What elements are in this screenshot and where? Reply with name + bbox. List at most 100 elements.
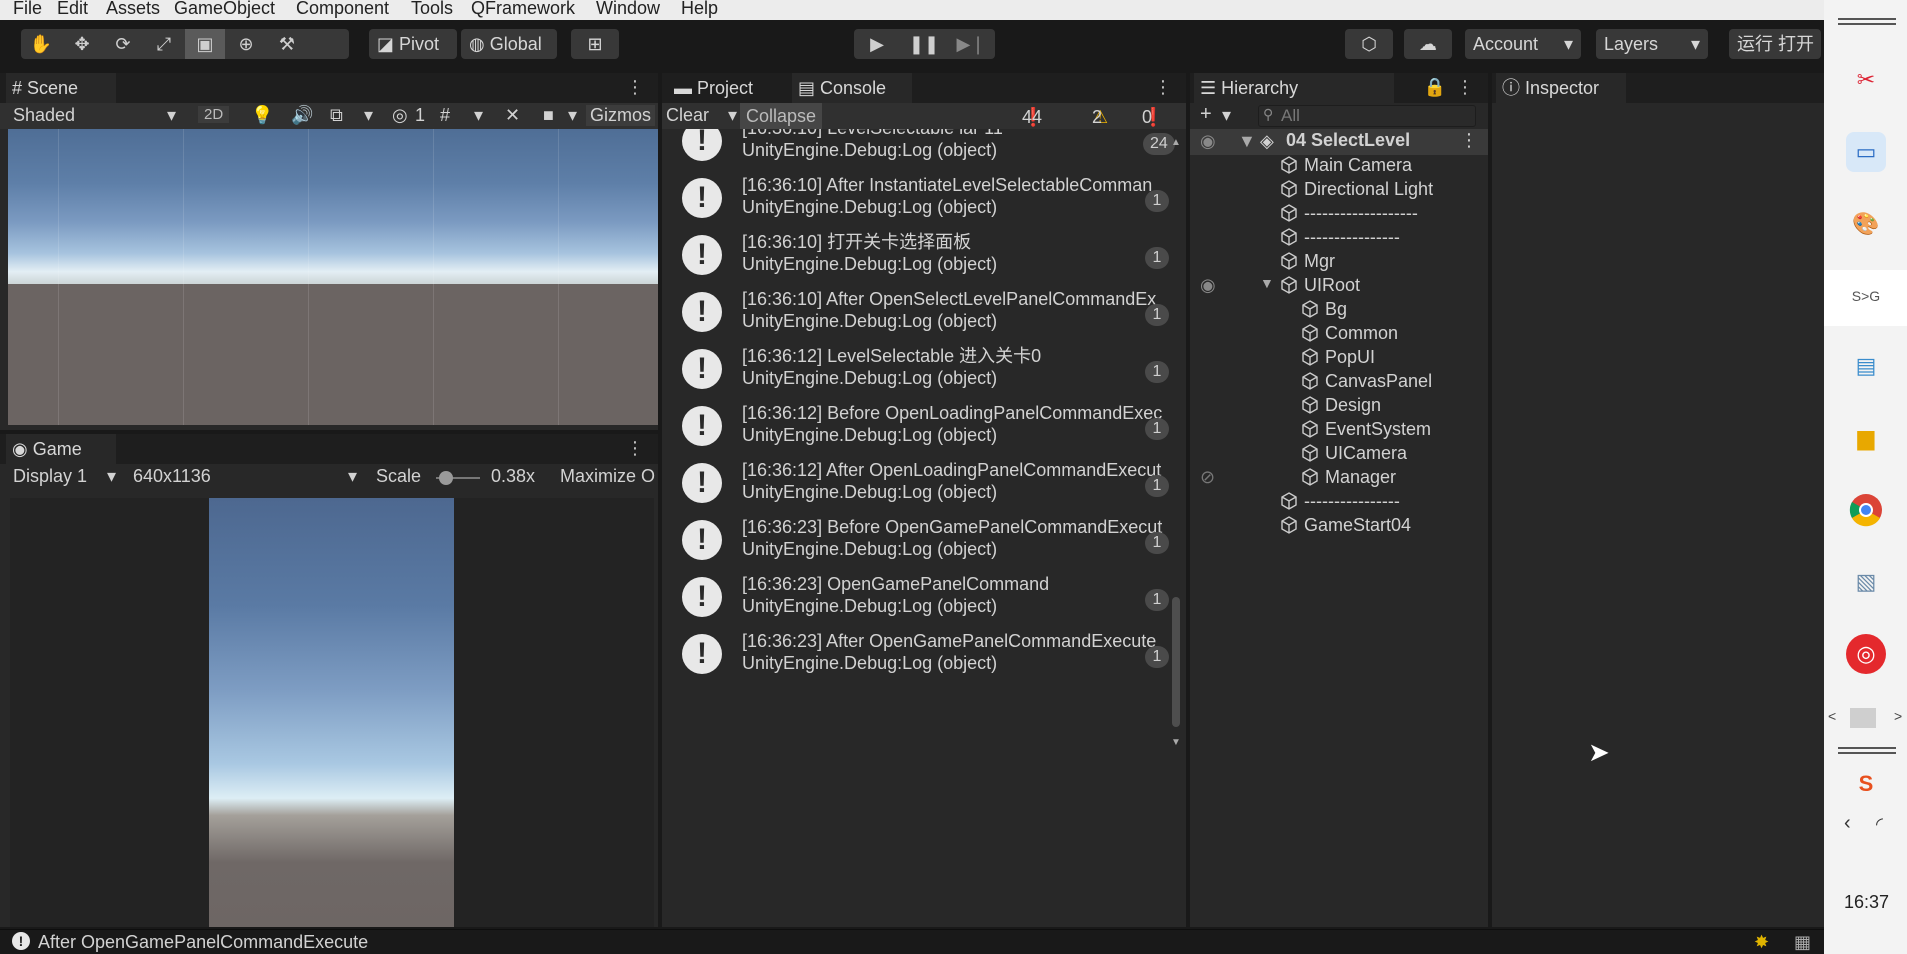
hierarchy-item[interactable]: UICamera xyxy=(1301,441,1407,465)
scrollbar-thumb[interactable] xyxy=(1172,597,1180,727)
log-entry[interactable]: ! [16:36:12] Before OpenLoadingPanelComma… xyxy=(670,396,1186,453)
snipping-tool-icon[interactable]: ✂ xyxy=(1846,60,1886,100)
transform-tool-icon[interactable]: ⊕ xyxy=(226,29,266,59)
rect-tool-icon[interactable]: ▣ xyxy=(185,29,225,59)
audio-icon[interactable]: 🔊 xyxy=(291,105,313,126)
file-explorer-icon[interactable]: ▆ xyxy=(1846,418,1886,458)
tab-game[interactable]: ◉ Game xyxy=(6,434,116,464)
search-field[interactable]: ⚲ All xyxy=(1258,105,1476,127)
hierarchy-item[interactable]: Common xyxy=(1301,321,1398,345)
cloud-icon[interactable]: ☁ xyxy=(1404,29,1452,59)
menu-edit[interactable]: Edit xyxy=(57,0,88,19)
menu-tools[interactable]: Tools xyxy=(411,0,453,19)
2d-toggle[interactable]: 2D xyxy=(198,106,230,123)
hierarchy-item[interactable]: PopUI xyxy=(1301,345,1375,369)
tab-hierarchy[interactable]: ☰ Hierarchy xyxy=(1194,73,1394,103)
log-entry[interactable]: ! [16:36:12] LevelSelectable 进入关卡0 UnityEn… xyxy=(670,339,1186,396)
menu-assets[interactable]: Assets xyxy=(106,0,160,19)
log-entry[interactable]: ! [16:36:12] After OpenLoadingPanelComman… xyxy=(670,453,1186,510)
run-open-button[interactable]: 运行 打开 xyxy=(1729,29,1821,59)
more-options-icon[interactable]: ⋮ xyxy=(1154,77,1172,98)
log-entry[interactable]: ! [16:36:10] LevelSelectable lar 11UnityE… xyxy=(670,129,1186,168)
scroll-right-icon[interactable]: > xyxy=(1894,708,1902,724)
collab-icon[interactable]: ⬡ xyxy=(1345,29,1393,59)
more-options-icon[interactable]: ⋮ xyxy=(626,77,644,98)
scale-slider-handle[interactable] xyxy=(439,471,453,485)
hierarchy-item[interactable]: Manager xyxy=(1301,465,1396,489)
add-icon[interactable]: + xyxy=(1200,103,1212,126)
cache-server-icon[interactable]: ▦ xyxy=(1794,932,1811,953)
resolution-dropdown[interactable]: 640x1136 xyxy=(133,466,211,487)
scroll-left-icon[interactable]: < xyxy=(1828,708,1836,724)
chevron-down-icon[interactable]: ▼ xyxy=(1260,275,1274,291)
tools-icon[interactable]: ✕ xyxy=(505,105,520,126)
custom-tool-icon[interactable]: ⚒ xyxy=(267,29,307,59)
camera-icon[interactable]: ■ xyxy=(543,105,554,126)
hand-tool-icon[interactable]: ✋ xyxy=(21,29,61,59)
hierarchy-item[interactable]: GameStart04 xyxy=(1280,513,1411,537)
debug-bug-icon[interactable]: ✸ xyxy=(1754,932,1769,953)
hierarchy-item[interactable]: EventSystem xyxy=(1301,417,1431,441)
wifi-icon[interactable]: ◜ xyxy=(1876,814,1883,835)
tab-scene[interactable]: # Scene xyxy=(6,73,116,103)
tab-project[interactable]: ▬ Project xyxy=(668,73,780,103)
rotate-tool-icon[interactable]: ⟳ xyxy=(103,29,143,59)
pause-icon[interactable]: ❚❚ xyxy=(901,29,947,59)
scene-viewport[interactable] xyxy=(8,129,658,425)
more-options-icon[interactable]: ⋮ xyxy=(1456,77,1474,98)
hierarchy-item[interactable]: ---------------- xyxy=(1280,489,1400,513)
step-icon[interactable]: ▶❘ xyxy=(948,29,994,59)
log-entry[interactable]: ! [16:36:10] After InstantiateLevelSelect… xyxy=(670,168,1186,225)
netease-music-icon[interactable]: ◎ xyxy=(1846,634,1886,674)
effects-icon[interactable]: ⧉ xyxy=(330,105,343,126)
hierarchy-item[interactable]: Mgr xyxy=(1280,249,1335,273)
hierarchy-item[interactable]: UIRoot xyxy=(1280,273,1360,297)
gizmos-dropdown[interactable]: Gizmos xyxy=(586,105,656,126)
shading-dropdown[interactable]: Shaded xyxy=(13,105,75,126)
tab-inspector[interactable]: ⓘ Inspector xyxy=(1496,73,1626,103)
play-icon[interactable]: ▶ xyxy=(854,29,900,59)
chevron-down-icon[interactable]: ▼ xyxy=(1238,131,1256,152)
ime-sogou-icon[interactable]: S xyxy=(1846,764,1886,804)
scroll-down-icon[interactable]: ▼ xyxy=(1171,737,1181,748)
lighting-icon[interactable]: 💡 xyxy=(251,105,273,126)
window-app-icon[interactable]: ▭ xyxy=(1846,132,1886,172)
menu-gameobject[interactable]: GameObject xyxy=(174,0,275,19)
layers-dropdown[interactable]: Layers ▾ xyxy=(1596,29,1708,59)
hierarchy-item[interactable]: CanvasPanel xyxy=(1301,369,1432,393)
hierarchy-item[interactable]: Bg xyxy=(1301,297,1347,321)
hierarchy-item[interactable]: Design xyxy=(1301,393,1381,417)
lock-icon[interactable]: 🔒 xyxy=(1424,77,1446,98)
status-message[interactable]: After OpenGamePanelCommandExecute xyxy=(38,932,368,953)
terminal-monitor-icon[interactable]: S>G xyxy=(1846,276,1886,316)
account-dropdown[interactable]: Account ▾ xyxy=(1465,29,1581,59)
menu-window[interactable]: Window xyxy=(596,0,660,19)
grid-icon[interactable]: # xyxy=(440,105,450,126)
grid-snap-icon[interactable]: ⊞ xyxy=(571,29,619,59)
clear-button[interactable]: Clear xyxy=(666,105,709,126)
global-toggle[interactable]: ◍ Global xyxy=(461,29,557,59)
menu-qframework[interactable]: QFramework xyxy=(471,0,575,19)
log-entry[interactable]: ! [16:36:10] 打开关卡选择面板 UnityEngine.Debug:Lo… xyxy=(670,225,1186,282)
more-options-icon[interactable]: ⋮ xyxy=(626,438,644,459)
menu-component[interactable]: Component xyxy=(296,0,389,19)
chrome-icon[interactable] xyxy=(1846,490,1886,530)
hierarchy-item[interactable]: Main Camera xyxy=(1280,153,1412,177)
maximize-toggle[interactable]: Maximize O xyxy=(560,466,658,487)
game-viewport[interactable] xyxy=(10,498,654,927)
display-dropdown[interactable]: Display 1 xyxy=(13,466,87,487)
chevron-left-icon[interactable]: ‹ xyxy=(1844,812,1851,835)
menu-help[interactable]: Help xyxy=(681,0,718,19)
scale-tool-icon[interactable]: ⤢ xyxy=(144,29,184,59)
tab-console[interactable]: ▤ Console xyxy=(792,73,912,103)
console-scrollbar[interactable]: ▲ ▼ xyxy=(1170,137,1182,748)
clock-time[interactable]: 16:37 xyxy=(1844,892,1889,913)
scroll-up-icon[interactable]: ▲ xyxy=(1171,137,1181,148)
log-entry[interactable]: ! [16:36:23] Before OpenGamePanelCommandE… xyxy=(670,510,1186,567)
hierarchy-item[interactable]: Directional Light xyxy=(1280,177,1433,201)
monitor-chart-icon[interactable]: ▧ xyxy=(1846,562,1886,602)
dock-scroll-thumb[interactable] xyxy=(1850,708,1876,728)
menu-file[interactable]: File xyxy=(13,0,42,19)
pivot-toggle[interactable]: ◪ Pivot xyxy=(369,29,457,59)
move-tool-icon[interactable]: ✥ xyxy=(62,29,102,59)
